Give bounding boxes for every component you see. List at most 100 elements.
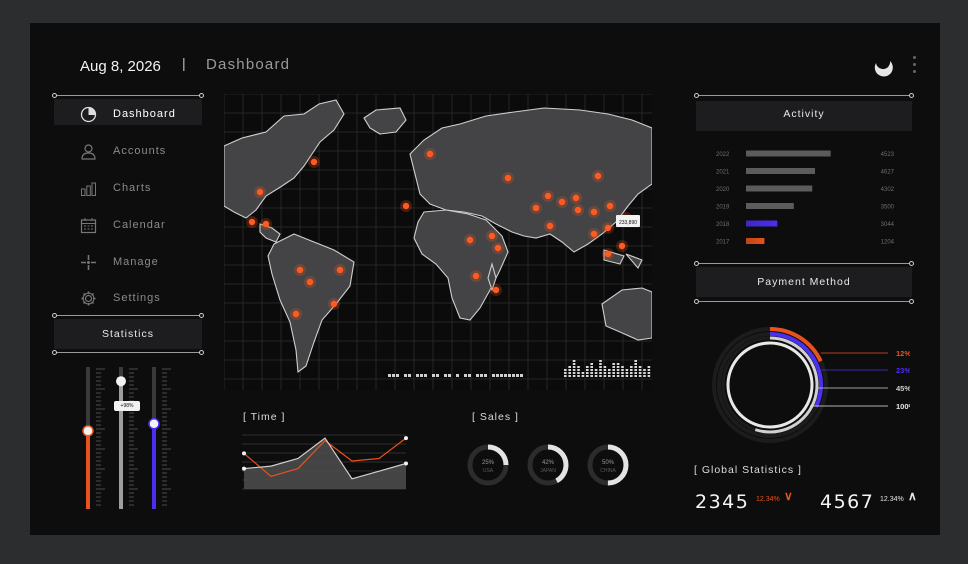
more-options-icon[interactable] (912, 56, 918, 78)
activity-year: 2022 (716, 152, 730, 158)
activity-value: 3500 (881, 205, 895, 211)
scale-bar (577, 366, 580, 368)
sidebar-item-accounts[interactable]: Accounts (80, 140, 210, 162)
scale-block (404, 374, 407, 377)
sidebar-item-label: Calendar (113, 219, 166, 231)
map-marker (296, 266, 304, 274)
world-map[interactable]: 233,890 (224, 94, 652, 390)
activity-bar (746, 238, 765, 244)
scale-bar (572, 366, 576, 368)
sidebar-item-charts[interactable]: Charts (80, 177, 210, 199)
scale-bar (638, 366, 642, 368)
map-marker (590, 208, 598, 216)
scale-bar (599, 372, 602, 374)
activity-year: 2021 (716, 170, 730, 176)
slider-fill-blue (152, 423, 156, 509)
scale-block (468, 374, 471, 377)
scale-bar (621, 366, 624, 368)
bar-chart-icon (80, 180, 97, 197)
activity-chart: 2022 4523 2021 4627 2020 4302 2019 3500 2018 3044… (716, 150, 895, 246)
scale-bar (572, 360, 576, 362)
scale-block (516, 374, 519, 377)
scale-block (520, 374, 523, 377)
sidebar-item-manage[interactable]: Manage (80, 251, 210, 273)
map-marker (532, 204, 540, 212)
sidebar-item-settings[interactable]: Settings (80, 287, 210, 309)
sales-donuts[interactable]: 25% USA 42% JAPAN 50% CHINA (466, 439, 642, 493)
scale-block (396, 374, 399, 377)
sidebar-item-label: Settings (113, 292, 161, 304)
scale-bar (590, 366, 593, 368)
scale-bar (616, 372, 620, 374)
scale-block (448, 374, 451, 377)
scale-block (420, 374, 423, 377)
scale-bar (603, 372, 607, 374)
scale-bar (625, 375, 629, 377)
scale-block (500, 374, 503, 377)
sidebar-item-label: Accounts (113, 145, 167, 157)
sales-country: USA (483, 468, 494, 474)
activity-header: Activity (696, 101, 912, 131)
scale-bar (572, 372, 576, 374)
scale-bar (577, 369, 580, 371)
scale-bar (621, 372, 624, 374)
scale-block (512, 374, 515, 377)
map-marker (546, 222, 554, 230)
divider (52, 93, 204, 98)
scale-block (504, 374, 507, 377)
scale-bar (612, 372, 615, 374)
scale-bar (638, 369, 642, 371)
scale-bar (634, 363, 637, 365)
calendar-icon (80, 217, 97, 234)
map-marker (310, 158, 318, 166)
divider (52, 350, 204, 355)
scale-bar (572, 369, 576, 371)
scale-bar (568, 372, 571, 374)
scale-bar (590, 372, 593, 374)
scale-bar (599, 369, 602, 371)
map-marker (594, 172, 602, 180)
scale-bar (621, 375, 624, 377)
scale-bar (647, 375, 651, 377)
global-stat-2-change: 12.34% (880, 496, 904, 503)
moon-icon[interactable] (872, 57, 894, 79)
scale-bar (625, 372, 629, 374)
slider-knob[interactable] (82, 425, 94, 437)
pie-chart-icon (80, 106, 97, 123)
sales-country: JAPAN (540, 468, 556, 474)
map-marker (504, 174, 512, 182)
statistics-sliders[interactable] (78, 367, 178, 517)
slider-knob[interactable] (148, 418, 160, 430)
scale-bar (625, 369, 629, 371)
sidebar-item-calendar[interactable]: Calendar (80, 214, 210, 236)
scale-bar (634, 375, 637, 377)
scale-bar (638, 375, 642, 377)
scale-bar (581, 375, 585, 377)
sidebar-item-dashboard[interactable]: Dashboard (80, 103, 210, 125)
payment-header: Payment Method (696, 267, 912, 297)
scale-bar (630, 375, 633, 377)
scale-bar (647, 372, 651, 374)
activity-year: 2017 (716, 240, 730, 246)
map-marker (558, 198, 566, 206)
scale-bar (603, 375, 607, 377)
statistics-header: Statistics (54, 319, 202, 349)
sales-label: [ Sales ] (472, 411, 519, 423)
slider-knob[interactable] (116, 376, 126, 387)
scale-bar (564, 369, 567, 371)
map-marker (256, 188, 264, 196)
map-marker (248, 218, 256, 226)
scale-bar (647, 369, 651, 371)
scale-bar (599, 375, 602, 377)
map-marker (492, 286, 500, 294)
scale-bar (634, 369, 637, 371)
map-marker (574, 206, 582, 214)
map-marker (544, 192, 552, 200)
activity-value: 1204 (881, 240, 895, 246)
time-chart[interactable] (242, 433, 408, 495)
scale-bar (586, 369, 589, 371)
scale-bar (564, 372, 567, 374)
scale-bar (634, 360, 637, 362)
scale-block (484, 374, 487, 377)
activity-year: 2018 (716, 222, 730, 228)
